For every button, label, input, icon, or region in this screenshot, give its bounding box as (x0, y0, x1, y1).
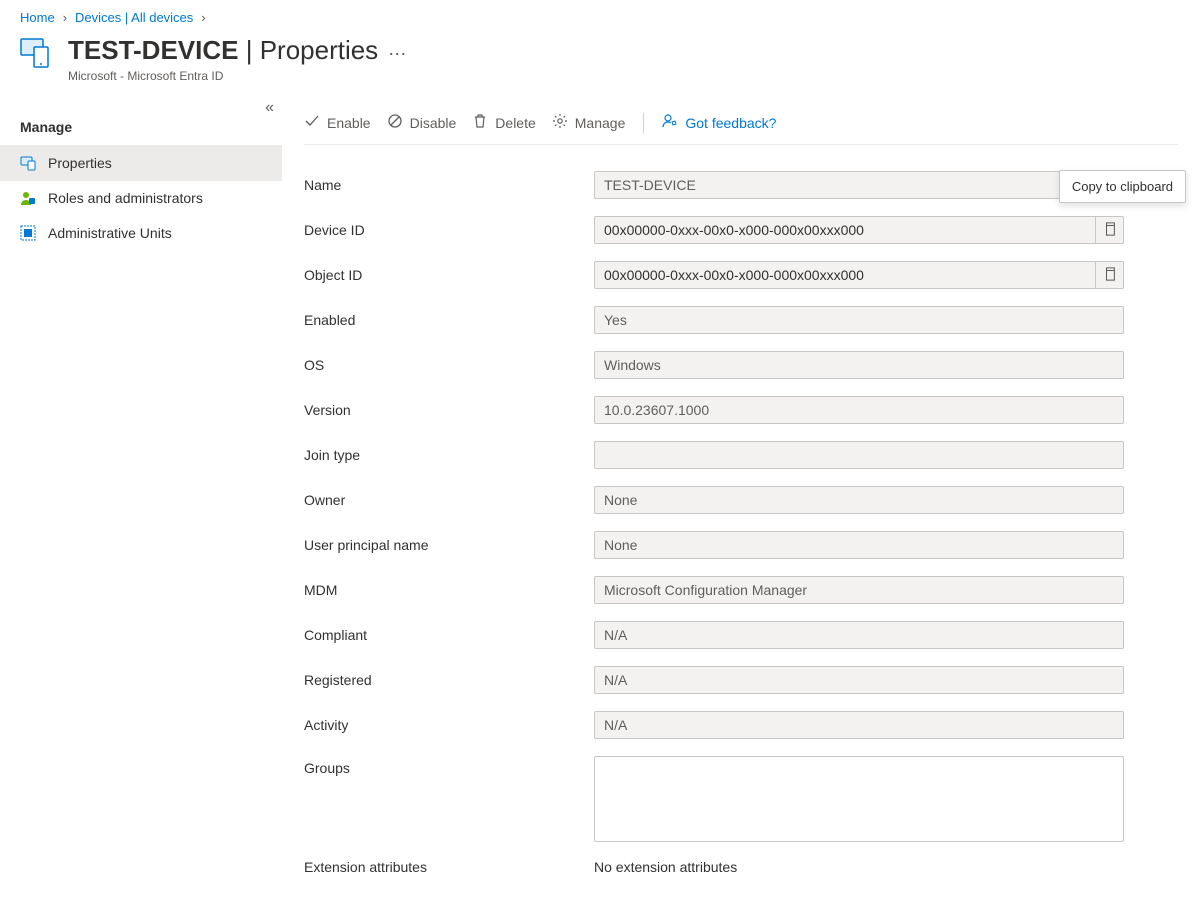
label-registered: Registered (304, 672, 594, 688)
value-object-id[interactable] (594, 261, 1096, 289)
field-registered (594, 666, 1124, 694)
field-mdm (594, 576, 1124, 604)
page-title: TEST-DEVICE | Properties (68, 35, 378, 66)
page-section: Properties (260, 35, 379, 65)
toolbar-label: Manage (575, 115, 626, 131)
properties-form: Name Device ID Object ID Enabled (304, 145, 1178, 875)
field-join-type (594, 441, 1124, 469)
sidebar-item-properties[interactable]: Properties (0, 146, 282, 181)
sidebar-item-label: Properties (48, 155, 112, 171)
value-owner[interactable] (594, 486, 1124, 514)
value-device-id[interactable] (594, 216, 1096, 244)
value-compliant[interactable] (594, 621, 1124, 649)
copy-tooltip: Copy to clipboard (1059, 170, 1186, 203)
block-icon (387, 113, 403, 132)
label-compliant: Compliant (304, 627, 594, 643)
value-extension: No extension attributes (594, 859, 1178, 875)
device-icon (20, 35, 54, 69)
gear-icon (552, 113, 568, 132)
field-owner (594, 486, 1124, 514)
field-os (594, 351, 1124, 379)
checkmark-icon (304, 113, 320, 132)
field-version (594, 396, 1124, 424)
label-activity: Activity (304, 717, 594, 733)
chevron-right-icon: › (63, 10, 67, 25)
label-os: OS (304, 357, 594, 373)
toolbar-separator (643, 113, 644, 133)
sidebar-section-manage: Manage (0, 101, 282, 146)
value-name[interactable] (594, 171, 1124, 199)
manage-button[interactable]: Manage (552, 113, 626, 132)
toolbar-label: Enable (327, 115, 371, 131)
label-join-type: Join type (304, 447, 594, 463)
label-groups: Groups (304, 756, 594, 776)
monitor-icon (20, 155, 36, 171)
label-owner: Owner (304, 492, 594, 508)
user-role-icon (20, 190, 36, 206)
label-upn: User principal name (304, 537, 594, 553)
field-compliant (594, 621, 1124, 649)
enable-button[interactable]: Enable (304, 113, 371, 132)
field-enabled (594, 306, 1124, 334)
label-object-id: Object ID (304, 267, 594, 283)
field-name (594, 171, 1124, 199)
field-upn (594, 531, 1124, 559)
label-mdm: MDM (304, 582, 594, 598)
copy-device-id-button[interactable] (1096, 216, 1124, 244)
value-registered[interactable] (594, 666, 1124, 694)
toolbar: Enable Disable Delete Manage (304, 101, 1178, 145)
sidebar-item-roles[interactable]: Roles and administrators (0, 181, 282, 216)
delete-button[interactable]: Delete (472, 113, 535, 132)
label-version: Version (304, 402, 594, 418)
value-groups[interactable] (594, 756, 1124, 842)
label-enabled: Enabled (304, 312, 594, 328)
toolbar-label: Delete (495, 115, 535, 131)
breadcrumb: Home › Devices | All devices › (0, 0, 1200, 31)
value-join-type[interactable] (594, 441, 1124, 469)
value-version[interactable] (594, 396, 1124, 424)
field-device-id (594, 216, 1124, 244)
label-name: Name (304, 177, 594, 193)
collapse-sidebar-button[interactable]: « (265, 99, 274, 117)
copy-icon (1103, 222, 1117, 239)
header-subtitle: Microsoft - Microsoft Entra ID (68, 69, 406, 83)
value-activity[interactable] (594, 711, 1124, 739)
toolbar-label: Got feedback? (685, 115, 776, 131)
field-activity (594, 711, 1124, 739)
chevron-right-icon: › (201, 10, 205, 25)
value-upn[interactable] (594, 531, 1124, 559)
admin-units-icon (20, 225, 36, 241)
device-name: TEST-DEVICE (68, 35, 238, 65)
sidebar-item-label: Administrative Units (48, 225, 172, 241)
value-mdm[interactable] (594, 576, 1124, 604)
field-object-id (594, 261, 1124, 289)
more-actions-button[interactable]: ⋯ (388, 36, 406, 65)
copy-object-id-button[interactable] (1096, 261, 1124, 289)
disable-button[interactable]: Disable (387, 113, 457, 132)
page-header: TEST-DEVICE | Properties ⋯ Microsoft - M… (0, 31, 1200, 101)
feedback-button[interactable]: Got feedback? (662, 113, 776, 132)
sidebar-item-label: Roles and administrators (48, 190, 203, 206)
sidebar-item-admin-units[interactable]: Administrative Units (0, 216, 282, 251)
feedback-icon (662, 113, 678, 132)
trash-icon (472, 113, 488, 132)
breadcrumb-devices[interactable]: Devices | All devices (75, 10, 193, 25)
value-os[interactable] (594, 351, 1124, 379)
main-panel: Enable Disable Delete Manage (282, 101, 1200, 895)
breadcrumb-home[interactable]: Home (20, 10, 55, 25)
copy-icon (1103, 267, 1117, 284)
toolbar-label: Disable (410, 115, 457, 131)
value-enabled[interactable] (594, 306, 1124, 334)
sidebar: « Manage Properties Roles and administra… (0, 101, 282, 895)
label-device-id: Device ID (304, 222, 594, 238)
label-extension: Extension attributes (304, 859, 594, 875)
